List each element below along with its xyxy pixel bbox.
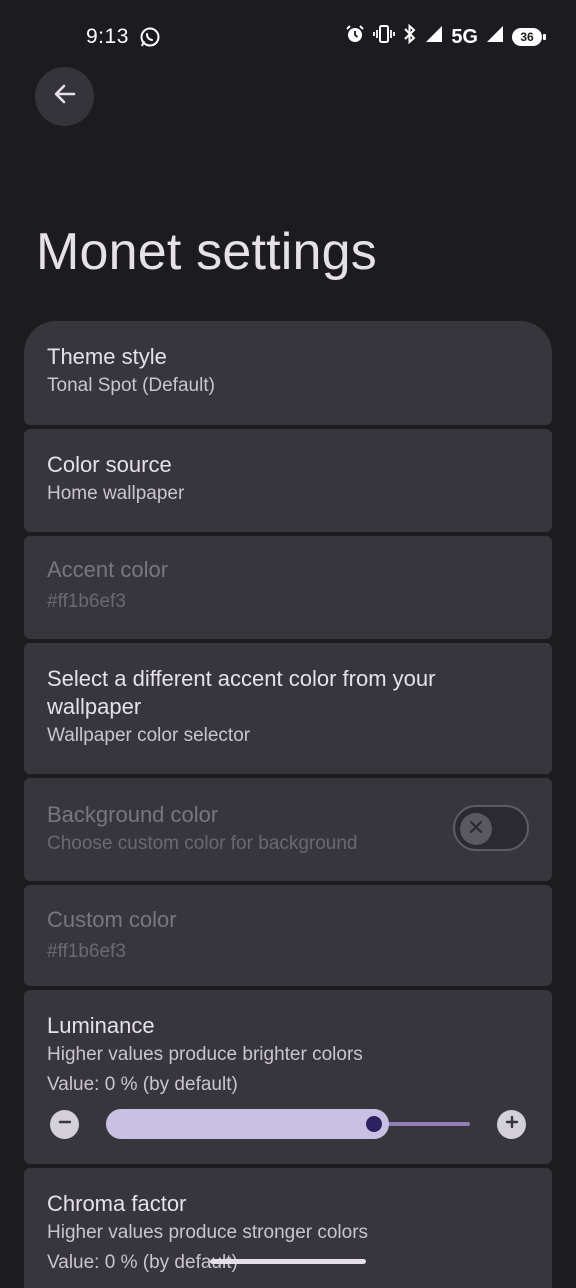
custom-color-value: #ff1b6ef3 xyxy=(47,941,126,962)
color-source-item[interactable]: Color source Home wallpaper xyxy=(24,429,552,532)
accent-color-value: #ff1b6ef3 xyxy=(47,591,126,612)
vibrate-icon xyxy=(373,24,396,50)
color-source-value: Home wallpaper xyxy=(47,483,185,504)
luminance-title: Luminance xyxy=(47,1013,155,1038)
slider-active-track xyxy=(106,1109,389,1139)
home-indicator[interactable] xyxy=(210,1259,366,1264)
theme-style-title: Theme style xyxy=(47,344,167,369)
battery-icon: 36 xyxy=(512,28,546,46)
custom-color-item: Custom color #ff1b6ef3 xyxy=(24,885,552,986)
background-color-item: Background color Choose custom color for… xyxy=(24,778,552,881)
signal-5g-icon xyxy=(486,25,504,49)
chroma-factor-description: Higher values produce stronger colors xyxy=(47,1222,369,1243)
wallpaper-accent-item[interactable]: Select a different accent color from you… xyxy=(24,643,552,774)
status-bar: 9:13 5G 36 xyxy=(0,0,576,72)
arrow-back-icon xyxy=(52,81,78,112)
wallpaper-accent-value: Wallpaper color selector xyxy=(47,725,251,746)
wallpaper-accent-title: Select a different accent color from you… xyxy=(47,666,436,719)
plus-icon xyxy=(505,1115,519,1134)
page-title: Monet settings xyxy=(36,223,377,281)
toggle-thumb xyxy=(460,813,492,845)
battery-level: 36 xyxy=(520,30,534,44)
minus-icon xyxy=(58,1115,72,1134)
luminance-slider xyxy=(24,1103,552,1155)
background-color-toggle[interactable] xyxy=(453,805,529,851)
theme-style-value: Tonal Spot (Default) xyxy=(47,375,215,396)
chroma-factor-title: Chroma factor xyxy=(47,1191,187,1216)
network-type: 5G xyxy=(451,25,478,48)
signal-icon xyxy=(425,25,443,49)
luminance-increase-button[interactable] xyxy=(497,1110,526,1139)
status-icons: 5G 36 xyxy=(345,23,546,50)
settings-list: Theme style Tonal Spot (Default) Color s… xyxy=(24,321,552,1288)
theme-style-item[interactable]: Theme style Tonal Spot (Default) xyxy=(24,321,552,425)
status-time: 9:13 xyxy=(86,25,129,48)
luminance-item: Luminance Higher values produce brighter… xyxy=(24,990,552,1164)
back-button[interactable] xyxy=(35,67,94,126)
alarm-icon xyxy=(345,24,365,50)
custom-color-title: Custom color xyxy=(47,907,177,932)
accent-color-item: Accent color #ff1b6ef3 xyxy=(24,536,552,639)
slider-thumb[interactable] xyxy=(366,1116,382,1132)
accent-color-title: Accent color xyxy=(47,557,169,582)
luminance-decrease-button[interactable] xyxy=(50,1110,79,1139)
whatsapp-icon xyxy=(139,26,161,54)
color-source-title: Color source xyxy=(47,452,172,477)
chroma-factor-item: Chroma factor Higher values produce stro… xyxy=(24,1168,552,1288)
luminance-description: Higher values produce brighter colors xyxy=(47,1044,363,1065)
bluetooth-icon xyxy=(403,23,417,50)
luminance-value: Value: 0 % (by default) xyxy=(47,1074,238,1095)
close-icon xyxy=(468,819,484,840)
